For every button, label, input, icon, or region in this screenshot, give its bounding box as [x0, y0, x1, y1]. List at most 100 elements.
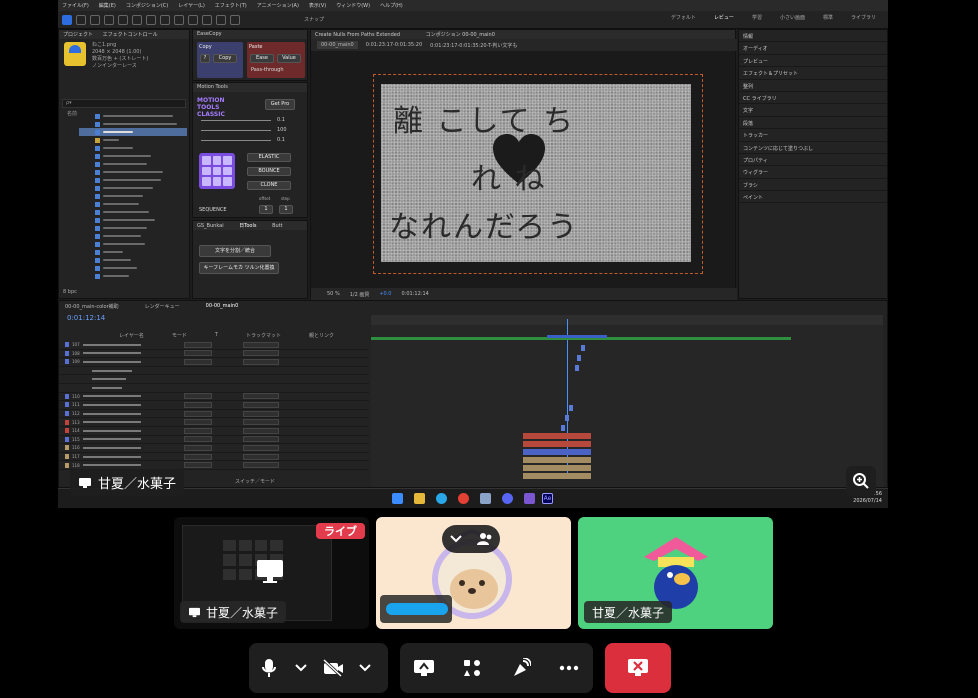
label-color[interactable] — [65, 359, 69, 365]
bounce-button[interactable]: BOUNCE — [247, 167, 291, 176]
mode-select[interactable] — [183, 358, 212, 365]
anchor-cell[interactable] — [223, 166, 232, 176]
list-item[interactable] — [79, 184, 187, 192]
property-name[interactable] — [92, 378, 126, 381]
panel-brushes[interactable]: ブラシ — [739, 179, 887, 192]
table-row[interactable] — [59, 384, 369, 393]
label-color[interactable] — [65, 402, 69, 408]
workspace-standard[interactable]: 標準 — [823, 14, 833, 21]
participant-tile-stream[interactable]: ライブ 甘夏／水菓子 — [174, 517, 369, 629]
table-row[interactable]: 116 — [59, 444, 369, 453]
after-effects-icon[interactable]: Ae — [542, 493, 553, 504]
slider-2-value[interactable]: 100 — [277, 127, 287, 133]
panel-audio[interactable]: オーディオ — [739, 42, 887, 55]
layer-name[interactable] — [82, 412, 141, 415]
timeline-graph[interactable] — [371, 315, 883, 487]
list-item[interactable] — [79, 256, 187, 264]
mode-select[interactable] — [183, 453, 212, 460]
list-item[interactable] — [79, 120, 187, 128]
tab-project[interactable]: プロジェクト — [63, 32, 93, 38]
table-row[interactable]: 111 — [59, 401, 369, 410]
parent-select[interactable] — [242, 358, 279, 365]
tab-timeline-main[interactable]: 00-00_main0 — [206, 303, 239, 310]
table-row[interactable]: 115 — [59, 436, 369, 445]
list-item[interactable] — [79, 112, 187, 120]
step-input[interactable]: 1 — [279, 205, 293, 214]
workspace-libraries[interactable]: ライブラリ — [851, 14, 876, 21]
offset-input[interactable]: 1 — [259, 205, 273, 214]
leave-call-button[interactable] — [605, 643, 671, 693]
layer-name[interactable] — [82, 446, 141, 449]
anchor-cell[interactable] — [202, 156, 211, 165]
anchor-grid[interactable] — [199, 153, 235, 189]
list-item[interactable] — [79, 232, 187, 240]
label-color[interactable] — [65, 342, 69, 348]
panel-align[interactable]: 整列 — [739, 80, 887, 92]
panel-wiggler[interactable]: ウィグラー — [739, 166, 887, 179]
workspace-default[interactable]: デフォルト — [671, 14, 696, 21]
anchor-cell[interactable] — [212, 177, 222, 186]
list-item[interactable] — [79, 168, 187, 176]
parent-select[interactable] — [242, 393, 279, 400]
table-row[interactable]: 109 — [59, 358, 369, 367]
slider-3-value[interactable]: 0.1 — [277, 137, 285, 143]
layer-bar[interactable] — [581, 345, 585, 351]
mode-select[interactable] — [183, 419, 212, 426]
layer-bar[interactable] — [577, 355, 581, 361]
exposure-value[interactable]: +0.0 — [379, 291, 391, 297]
layer-name[interactable] — [82, 438, 141, 441]
mode-select[interactable] — [183, 341, 212, 348]
zoom-tool-icon[interactable] — [90, 14, 100, 25]
more-options-button[interactable] — [549, 643, 589, 693]
layer-bar[interactable] — [523, 449, 591, 455]
switch-mode-toggle[interactable]: スイッチ／モード — [235, 478, 275, 485]
parent-select[interactable] — [242, 410, 279, 417]
table-row[interactable]: 113 — [59, 418, 369, 427]
layer-bar[interactable] — [547, 335, 607, 338]
menu-effect[interactable]: エフェクト(T) — [215, 2, 247, 9]
discord-icon[interactable] — [502, 493, 513, 504]
panel-properties[interactable]: プロパティ — [739, 154, 887, 167]
chevron-down-icon[interactable] — [449, 535, 462, 543]
tab-composition[interactable]: コンポジション 00-00_main0 — [426, 32, 495, 38]
mode-select[interactable] — [183, 427, 212, 434]
menu-file[interactable]: ファイル(F) — [62, 2, 89, 9]
fullscreen-zoom-button[interactable] — [846, 466, 876, 496]
table-row[interactable] — [59, 375, 369, 384]
layer-name[interactable] — [82, 464, 141, 467]
pan-tool-icon[interactable] — [118, 14, 128, 25]
list-item[interactable] — [79, 264, 187, 272]
table-row[interactable]: 110 — [59, 393, 369, 402]
menu-edit[interactable]: 編集(E) — [99, 2, 116, 9]
mic-options-button[interactable] — [289, 643, 313, 693]
zoom-level[interactable]: 50 % — [327, 291, 340, 297]
orbit-tool-icon[interactable] — [104, 14, 114, 25]
panel-paragraph[interactable]: 段落 — [739, 117, 887, 130]
layer-bar[interactable] — [523, 441, 591, 447]
resolution-select[interactable]: 1/2 画質 — [350, 291, 370, 298]
col-mode[interactable]: モード — [172, 332, 187, 339]
layer-bar[interactable] — [561, 425, 565, 431]
layer-bar[interactable] — [575, 365, 579, 371]
name-column-header[interactable]: 名前 — [67, 110, 77, 117]
anchor-cell[interactable] — [212, 156, 222, 165]
layer-name[interactable] — [82, 343, 141, 346]
hand-tool-icon[interactable] — [76, 14, 86, 25]
parent-select[interactable] — [242, 341, 279, 348]
anchor-cell[interactable] — [212, 166, 222, 176]
stamp-tool-icon[interactable] — [202, 14, 212, 25]
layer-bar[interactable] — [565, 415, 569, 421]
tab-create-nulls[interactable]: Create Nulls From Paths Extended — [315, 32, 400, 38]
snap-label[interactable]: スナップ — [304, 16, 324, 23]
layer-name[interactable] — [82, 395, 141, 398]
soundboard-button[interactable] — [501, 643, 541, 693]
anchor-cell[interactable] — [202, 177, 211, 186]
panel-cc-libraries[interactable]: CC ライブラリ — [739, 92, 887, 105]
tab-gs-bunkai[interactable]: GS_Bunkai — [197, 223, 224, 229]
label-color[interactable] — [65, 445, 69, 451]
table-row[interactable]: 114 — [59, 427, 369, 436]
chrome-icon[interactable] — [458, 493, 469, 504]
list-item[interactable] — [79, 136, 187, 144]
list-item[interactable] — [79, 176, 187, 184]
pen-tool-icon[interactable] — [160, 14, 170, 25]
